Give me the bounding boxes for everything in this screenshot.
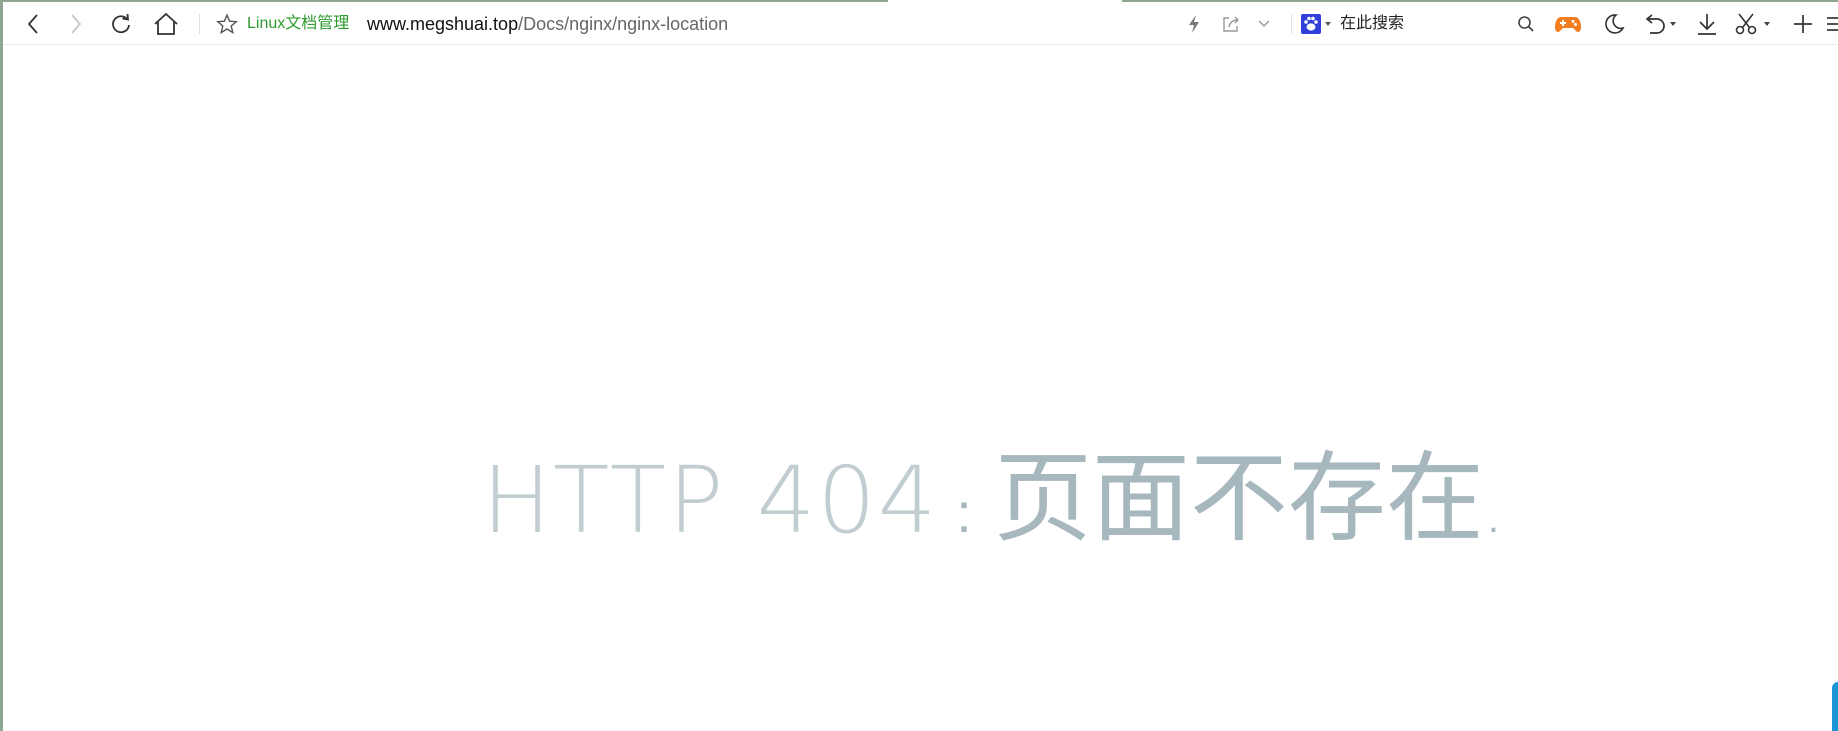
address-bar[interactable]: www.megshuai.top/Docs/nginx/nginx-locati… (367, 2, 728, 45)
error-dot: . (1487, 497, 1499, 541)
gamepad-icon (1555, 16, 1581, 32)
plus-icon (1794, 14, 1812, 33)
share-icon (1223, 16, 1239, 32)
back-button[interactable] (19, 2, 47, 45)
arrow-left-icon (27, 13, 38, 34)
arrow-right-icon (71, 13, 82, 34)
share-button[interactable] (1219, 2, 1243, 45)
search-icon (1518, 15, 1534, 32)
site-name: Linux文档管理 (247, 15, 350, 32)
download-icon (1698, 13, 1716, 35)
page-content: HTTP 404 : 页面不存在 . (3, 46, 1838, 731)
error-message: HTTP 404 : 页面不存在 . (482, 444, 1499, 554)
reload-icon (112, 13, 130, 33)
undo-close-tab-button[interactable] (1641, 2, 1681, 45)
browser-toolbar: Linux文档管理 www.megshuai.top/Docs/nginx/ng… (3, 2, 1838, 45)
scissors-icon (1735, 13, 1770, 34)
lightning-icon (1189, 14, 1199, 33)
browser-window: Linux文档管理 www.megshuai.top/Docs/nginx/ng… (0, 0, 1838, 731)
search-engine-selector[interactable] (1299, 2, 1335, 45)
baidu-paw-icon (1301, 13, 1331, 34)
home-button[interactable] (151, 2, 181, 45)
address-dropdown-button[interactable] (1253, 2, 1275, 45)
game-button[interactable] (1553, 2, 1583, 45)
night-mode-button[interactable] (1601, 2, 1627, 45)
download-button[interactable] (1693, 2, 1721, 45)
error-text: 页面不存在 (993, 442, 1484, 556)
star-icon (216, 12, 238, 34)
side-panel-handle[interactable] (1832, 682, 1838, 731)
new-tab-button[interactable] (1789, 2, 1817, 45)
moon-icon (1605, 13, 1625, 34)
home-icon (154, 12, 178, 35)
undo-icon (1645, 13, 1676, 34)
error-colon: : (956, 481, 972, 544)
menu-icon (1827, 16, 1838, 31)
chevron-down-icon (1258, 20, 1270, 27)
toolbar-separator (199, 14, 200, 34)
bookmark-button[interactable] (214, 2, 240, 45)
screenshot-button[interactable] (1733, 2, 1775, 45)
error-code: HTTP 404 (482, 447, 939, 554)
reload-button[interactable] (107, 2, 135, 45)
forward-button[interactable] (62, 2, 90, 45)
url-host: www.megshuai.top (367, 14, 519, 34)
speed-mode-button[interactable] (1183, 2, 1205, 45)
search-input[interactable]: 在此搜索 (1340, 2, 1404, 45)
url-path: /Docs/nginx/nginx-location (518, 14, 729, 34)
menu-button[interactable] (1827, 2, 1838, 45)
search-button[interactable] (1514, 2, 1538, 45)
toolbar-separator (1291, 14, 1292, 34)
